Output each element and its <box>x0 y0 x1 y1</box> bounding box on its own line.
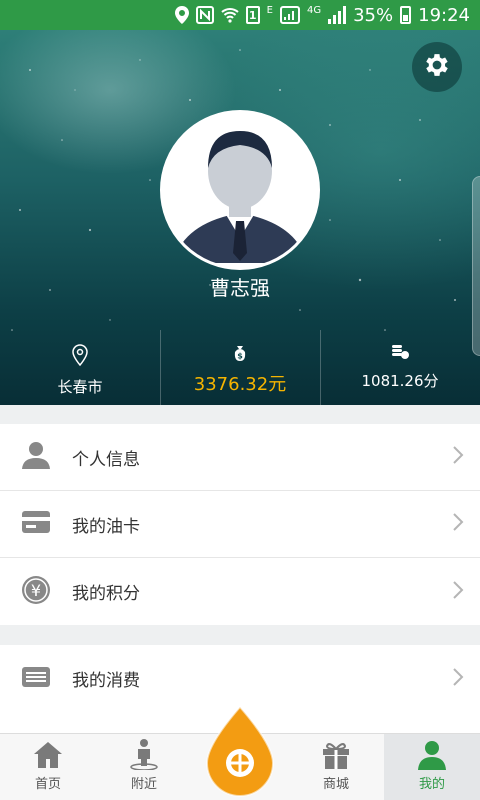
tab-label: 附近 <box>130 777 157 792</box>
gift-icon <box>321 738 351 770</box>
location-status-icon <box>174 5 189 25</box>
status-bar: 1 E 4G 35% 19:24 <box>0 0 480 30</box>
gear-icon <box>422 50 452 84</box>
network-small-label: E <box>266 4 273 16</box>
signal-box-icon <box>279 5 300 25</box>
keyboard-icon <box>21 666 51 692</box>
stats-bar: 长春市 $ 3376.32元 1081.26分 <box>0 330 480 405</box>
menu-item-oil-card[interactable]: 我的油卡 <box>0 491 480 558</box>
points-value: 1081.26分 <box>361 372 439 390</box>
profile-header: 曹志强 长春市 $ 3376.32元 1081.26分 <box>0 30 480 405</box>
settings-button[interactable] <box>412 42 462 92</box>
tab-mine[interactable]: 我的 <box>384 734 480 800</box>
fuel-center-button[interactable] <box>203 703 277 800</box>
tab-mall[interactable]: 商城 <box>288 734 384 800</box>
yen-coin-icon: ¥ <box>21 575 51 609</box>
menu-label: 我的消费 <box>72 671 140 691</box>
location-pin-icon <box>72 344 88 370</box>
menu-item-points[interactable]: ¥ 我的积分 <box>0 558 480 625</box>
person-icon <box>21 441 51 473</box>
battery-percent: 35% <box>353 4 394 26</box>
stat-points[interactable]: 1081.26分 <box>320 330 480 405</box>
tab-label: 首页 <box>34 777 61 792</box>
stat-balance[interactable]: $ 3376.32元 <box>160 330 320 405</box>
money-bag-icon: $ <box>231 344 249 366</box>
balance-value: 3376.32元 <box>193 374 287 395</box>
chevron-right-icon <box>452 667 464 691</box>
tab-label: 商城 <box>322 777 349 792</box>
nfc-icon <box>195 5 214 25</box>
tab-home[interactable]: 首页 <box>0 734 96 800</box>
wifi-icon <box>220 5 239 25</box>
avatar[interactable] <box>160 110 320 270</box>
tab-label: 我的 <box>418 777 445 792</box>
side-drawer-handle[interactable] <box>472 176 480 356</box>
user-name: 曹志强 <box>210 276 270 300</box>
menu-group-account: 个人信息 我的油卡 ¥ 我的积分 <box>0 424 480 625</box>
chevron-right-icon <box>452 445 464 469</box>
sim-icon: 1 <box>245 6 260 24</box>
home-icon <box>32 738 64 770</box>
tab-nearby[interactable]: 附近 <box>96 734 192 800</box>
battery-icon <box>400 6 412 24</box>
clock: 19:24 <box>418 4 470 26</box>
network-type-label: 4G <box>306 4 322 16</box>
menu-label: 我的油卡 <box>72 516 140 537</box>
signal-strength-icon <box>328 6 347 24</box>
chevron-right-icon <box>452 580 464 604</box>
card-icon <box>21 510 51 538</box>
menu-label: 个人信息 <box>72 449 140 470</box>
default-avatar-icon <box>173 131 307 263</box>
fuel-drop-icon <box>205 705 275 797</box>
svg-text:¥: ¥ <box>31 581 41 600</box>
city-value: 长春市 <box>57 378 103 396</box>
menu-item-personal-info[interactable]: 个人信息 <box>0 424 480 491</box>
coins-icon <box>390 344 410 364</box>
nearby-person-icon <box>129 738 159 770</box>
menu-item-consumption[interactable]: 我的消费 <box>0 645 480 712</box>
svg-text:$: $ <box>237 352 243 361</box>
profile-icon <box>417 738 447 770</box>
stat-location[interactable]: 长春市 <box>0 330 160 405</box>
chevron-right-icon <box>452 512 464 536</box>
menu-label: 我的积分 <box>72 584 140 604</box>
